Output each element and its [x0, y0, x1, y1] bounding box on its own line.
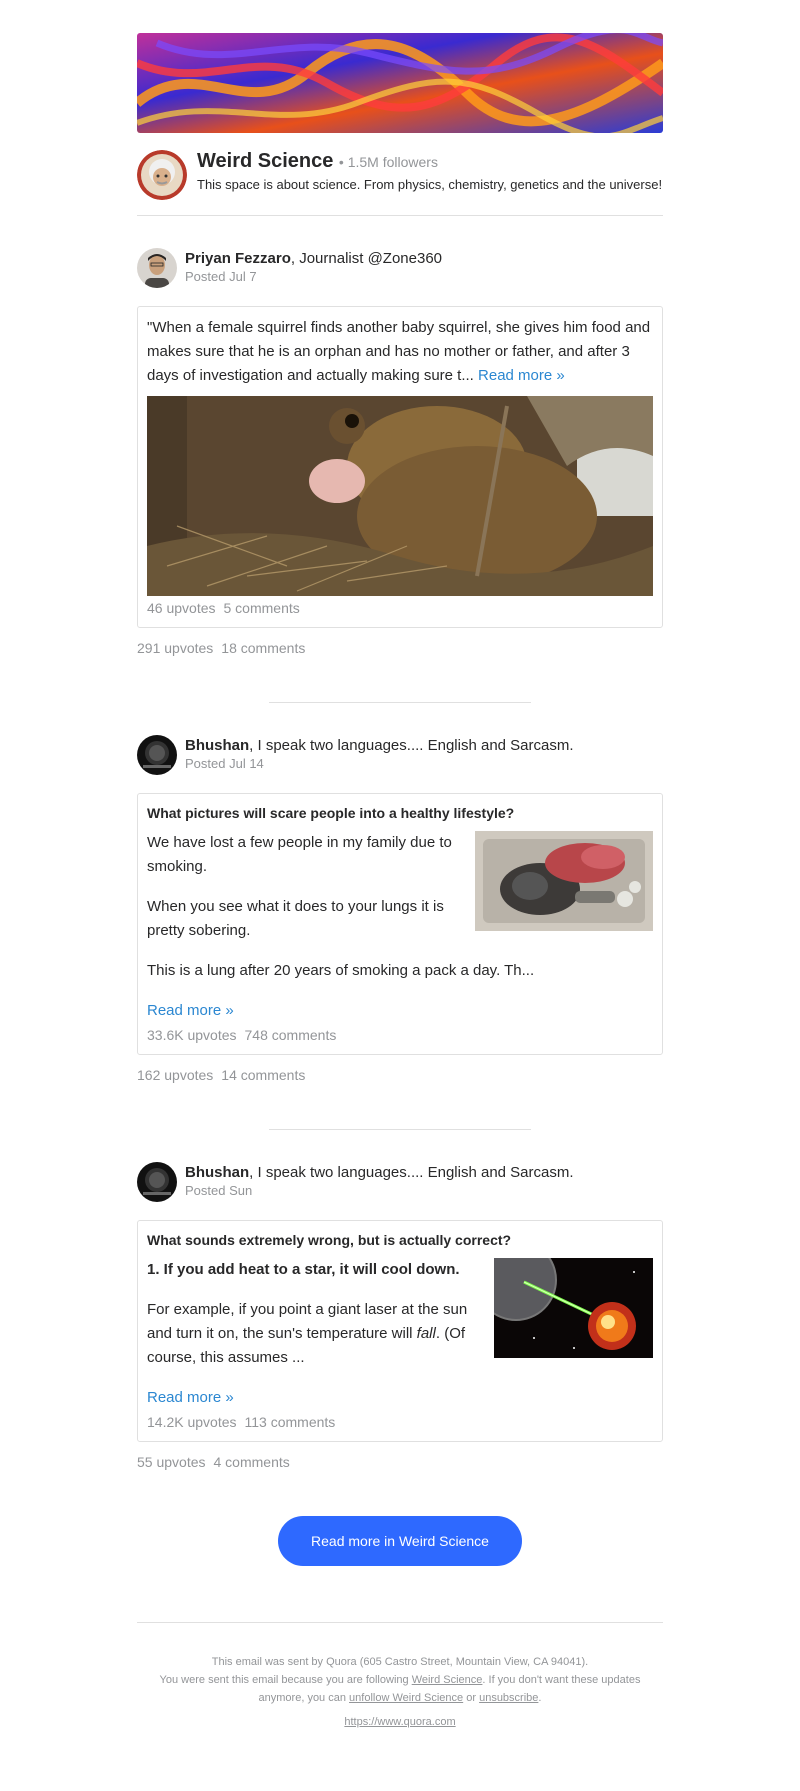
footer-sender: This email was sent by Quora (605 Castro…: [211, 1656, 589, 1668]
answer-paragraph: When you see what it does to your lungs …: [147, 898, 444, 939]
space-banner-image[interactable]: [137, 33, 663, 133]
author-avatar[interactable]: [137, 248, 177, 288]
footer-divider: [137, 1622, 663, 1623]
post-comments[interactable]: 14 comments: [221, 1067, 305, 1083]
email-footer: This email was sent by Quora (605 Castro…: [137, 1653, 663, 1731]
author-avatar[interactable]: [137, 1162, 177, 1202]
question-title[interactable]: What pictures will scare people into a h…: [147, 803, 653, 823]
answer-card[interactable]: What pictures will scare people into a h…: [137, 793, 663, 1055]
read-more-in-space-button[interactable]: Read more in Weird Science: [278, 1516, 522, 1566]
following-link[interactable]: Weird Science: [412, 1674, 483, 1686]
answer-upvotes[interactable]: 33.6K upvotes: [147, 1027, 237, 1043]
answer-upvotes[interactable]: 14.2K upvotes: [147, 1414, 237, 1430]
post-card: Priyan Fezzaro, Journalist @Zone360 Post…: [137, 248, 663, 658]
answer-heading: 1. If you add heat to a star, it will co…: [147, 1261, 460, 1278]
squirrel-image[interactable]: [147, 396, 653, 596]
answer-paragraph: For example, if you point a giant laser …: [147, 1298, 474, 1370]
read-more-link[interactable]: Read more »: [147, 1002, 234, 1019]
answer-card[interactable]: What sounds extremely wrong, but is actu…: [137, 1220, 663, 1442]
post-comments[interactable]: 4 comments: [214, 1454, 290, 1470]
post-author: Priyan Fezzaro, Journalist @Zone360 Post…: [137, 248, 663, 288]
lungs-image[interactable]: [475, 831, 653, 959]
space-followers: • 1.5M followers: [338, 154, 438, 170]
space-header: Weird Science • 1.5M followers This spac…: [137, 150, 663, 216]
footer-text: You were sent this email because you are…: [159, 1674, 412, 1686]
read-more-link[interactable]: Read more »: [478, 367, 565, 384]
author-name[interactable]: Bhushan: [185, 1164, 249, 1181]
paragraph-emphasis: fall: [416, 1325, 436, 1342]
answer-paragraph: This is a lung after 20 years of smoking…: [147, 962, 535, 979]
space-name[interactable]: Weird Science: [197, 150, 333, 172]
answer-paragraph: We have lost a few people in my family d…: [147, 834, 452, 875]
quora-url-link[interactable]: https://www.quora.com: [344, 1713, 455, 1731]
post-card: Bhushan, I speak two languages.... Engli…: [137, 1162, 663, 1472]
space-description: This space is about science. From physic…: [197, 177, 663, 192]
post-card: Bhushan, I speak two languages.... Engli…: [137, 735, 663, 1085]
post-upvotes[interactable]: 291 upvotes: [137, 640, 213, 656]
unfollow-link[interactable]: unfollow Weird Science: [349, 1692, 463, 1704]
read-more-link[interactable]: Read more »: [147, 1389, 234, 1406]
excerpt-text: "When a female squirrel finds another ba…: [147, 319, 651, 384]
post-upvotes[interactable]: 55 upvotes: [137, 1454, 206, 1470]
post-author: Bhushan, I speak two languages.... Engli…: [137, 735, 663, 775]
unsubscribe-link[interactable]: unsubscribe: [479, 1692, 538, 1704]
post-date: Posted Jul 14: [185, 756, 264, 771]
divider: [269, 702, 531, 703]
footer-reason: You were sent this email because you are…: [137, 1671, 663, 1707]
post-author: Bhushan, I speak two languages.... Engli…: [137, 1162, 663, 1202]
email-content: Weird Science • 1.5M followers This spac…: [137, 33, 663, 1731]
answer-comments[interactable]: 748 comments: [245, 1027, 337, 1043]
answer-upvotes[interactable]: 46 upvotes: [147, 600, 216, 616]
post-stats: 162 upvotes 14 comments: [137, 1065, 663, 1085]
post-stats: 291 upvotes 18 comments: [137, 638, 663, 658]
author-credential: , I speak two languages.... English and …: [249, 1164, 574, 1181]
footer-text: or: [463, 1692, 480, 1704]
cta-container: Read more in Weird Science: [137, 1516, 663, 1566]
post-stats: 55 upvotes 4 comments: [137, 1452, 663, 1472]
author-credential: , I speak two languages.... English and …: [249, 737, 574, 754]
answer-excerpt: "When a female squirrel finds another ba…: [147, 316, 653, 388]
author-name[interactable]: Priyan Fezzaro: [185, 250, 291, 267]
answer-card[interactable]: "When a female squirrel finds another ba…: [137, 306, 663, 628]
answer-stats: 46 upvotes 5 comments: [147, 598, 653, 618]
divider: [269, 1129, 531, 1130]
post-date: Posted Jul 7: [185, 269, 257, 284]
post-date: Posted Sun: [185, 1183, 253, 1198]
answer-stats: 14.2K upvotes 113 comments: [147, 1412, 653, 1432]
space-avatar[interactable]: [137, 150, 187, 200]
answer-comments[interactable]: 113 comments: [245, 1414, 336, 1430]
laser-sun-image[interactable]: [475, 1239, 653, 1386]
footer-text: .: [538, 1692, 542, 1704]
author-credential: , Journalist @Zone360: [290, 250, 443, 267]
post-comments[interactable]: 18 comments: [221, 640, 305, 656]
answer-stats: 33.6K upvotes 748 comments: [147, 1025, 653, 1045]
author-name[interactable]: Bhushan: [185, 737, 249, 754]
answer-comments[interactable]: 5 comments: [224, 600, 300, 616]
question-title[interactable]: What sounds extremely wrong, but is actu…: [147, 1230, 653, 1250]
author-avatar[interactable]: [137, 735, 177, 775]
post-upvotes[interactable]: 162 upvotes: [137, 1067, 213, 1083]
